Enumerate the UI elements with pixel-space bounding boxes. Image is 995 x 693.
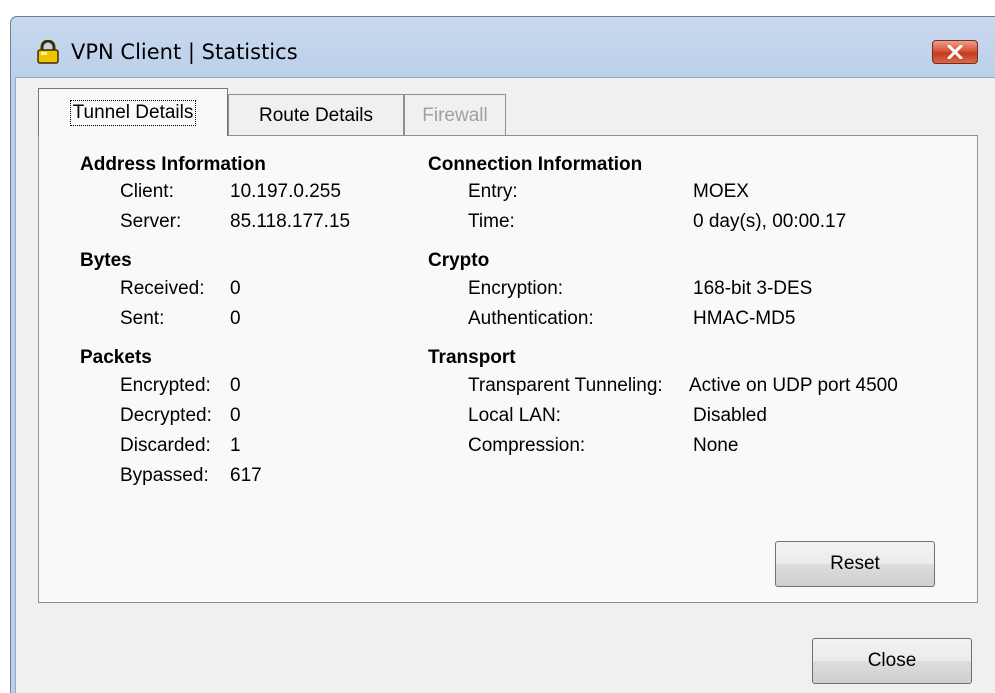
authentication-label: Authentication:: [468, 308, 594, 329]
close-icon: [947, 45, 963, 59]
reset-button[interactable]: Reset: [775, 541, 935, 587]
local-lan-value: Disabled: [693, 405, 767, 426]
encryption-value: 168-bit 3-DES: [693, 278, 813, 299]
tab-route-details[interactable]: Route Details: [228, 94, 404, 136]
compression-label: Compression:: [468, 435, 586, 456]
tab-firewall: Firewall: [404, 94, 506, 136]
compression-value: None: [693, 435, 739, 456]
sent-value: 0: [230, 308, 241, 329]
dialog-client-area: Tunnel Details Route Details Firewall Ad…: [15, 77, 995, 693]
server-label: Server:: [120, 211, 182, 232]
reset-button-label: Reset: [830, 553, 880, 574]
entry-label: Entry:: [468, 181, 518, 202]
tab-route-details-label: Route Details: [258, 104, 374, 126]
transparent-tunneling-label: Transparent Tunneling:: [468, 375, 663, 396]
discarded-value: 1: [230, 435, 241, 456]
transport-heading: Transport: [428, 347, 516, 368]
encrypted-value: 0: [230, 375, 241, 396]
client-label: Client:: [120, 181, 174, 202]
transparent-tunneling-value: Active on UDP port 4500: [689, 375, 898, 396]
bytes-heading: Bytes: [80, 250, 132, 271]
bypassed-label: Bypassed:: [120, 465, 209, 486]
decrypted-label: Decrypted:: [120, 405, 212, 426]
received-value: 0: [230, 278, 241, 299]
server-value: 85.118.177.15: [230, 211, 351, 232]
entry-value: MOEX: [693, 181, 749, 202]
address-information-heading: Address Information: [80, 154, 266, 175]
time-label: Time:: [468, 211, 515, 232]
close-window-button[interactable]: [932, 40, 978, 64]
encrypted-label: Encrypted:: [120, 375, 211, 396]
vpn-statistics-window: VPN Client | Statistics Tunnel Details R…: [10, 16, 995, 693]
window-title: VPN Client | Statistics: [71, 40, 298, 64]
close-button[interactable]: Close: [812, 638, 972, 684]
sent-label: Sent:: [120, 308, 165, 329]
title-bar[interactable]: VPN Client | Statistics: [11, 17, 995, 67]
client-value: 10.197.0.255: [230, 181, 341, 202]
tunnel-details-panel: Address Information Client: 10.197.0.255…: [38, 135, 978, 603]
discarded-label: Discarded:: [120, 435, 211, 456]
bypassed-value: 617: [230, 465, 262, 486]
close-button-label: Close: [867, 650, 917, 671]
crypto-heading: Crypto: [428, 250, 490, 271]
connection-information-heading: Connection Information: [428, 154, 643, 175]
packets-heading: Packets: [80, 347, 152, 368]
encryption-label: Encryption:: [468, 278, 564, 299]
padlock-icon: [35, 39, 61, 64]
decrypted-value: 0: [230, 405, 241, 426]
tab-tunnel-details[interactable]: Tunnel Details: [38, 88, 228, 136]
received-label: Received:: [120, 278, 205, 299]
tab-firewall-label: Firewall: [422, 104, 488, 126]
time-value: 0 day(s), 00:00.17: [693, 211, 847, 232]
authentication-value: HMAC-MD5: [693, 308, 796, 329]
tab-tunnel-details-label: Tunnel Details: [69, 99, 197, 126]
local-lan-label: Local LAN:: [468, 405, 561, 426]
